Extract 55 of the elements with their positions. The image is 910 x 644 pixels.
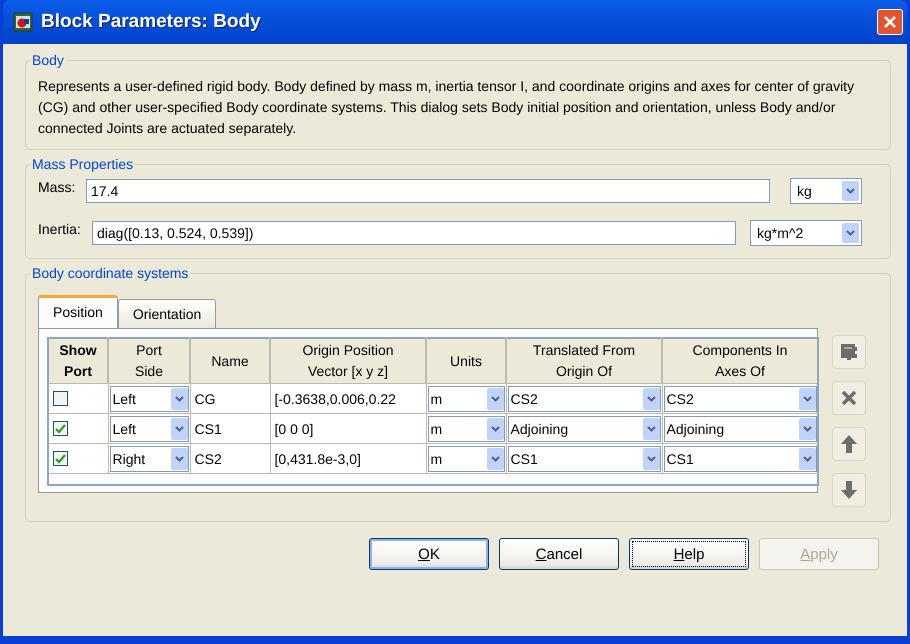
- group-title: Body coordinate systems: [31, 265, 190, 281]
- column-header: Port Side: [108, 338, 190, 384]
- translated-from-dropdown[interactable]: Adjoining: [508, 416, 660, 442]
- dialog-button[interactable]: Help: [629, 538, 749, 570]
- column-header: Components In Axes Of: [662, 338, 818, 384]
- dialog-button[interactable]: OK: [369, 538, 489, 570]
- block-icon: [838, 341, 860, 363]
- components-in-dropdown[interactable]: Adjoining: [664, 416, 816, 442]
- group-title: Mass Properties: [31, 156, 134, 172]
- translated-from-dropdown[interactable]: CS2: [508, 386, 660, 412]
- down-arrow-icon: [840, 480, 858, 500]
- move-up-button[interactable]: [832, 427, 866, 461]
- window-title: Block Parameters: Body: [41, 11, 262, 33]
- app-icon: [13, 12, 33, 32]
- field-label: Mass:: [38, 179, 76, 195]
- units-dropdown[interactable]: m: [428, 446, 504, 472]
- input-field[interactable]: diag([0.13, 0.524, 0.539]): [92, 221, 736, 245]
- field-label: Inertia:: [38, 221, 82, 237]
- components-in-dropdown[interactable]: CS2: [664, 386, 816, 412]
- tab[interactable]: Orientation: [118, 299, 216, 328]
- column-header: Name: [190, 338, 270, 384]
- port-side-dropdown[interactable]: Right: [110, 446, 188, 472]
- checkbox[interactable]: [53, 451, 68, 466]
- table-cell: CG: [190, 384, 270, 414]
- group-title: Body: [31, 52, 65, 68]
- port-side-dropdown[interactable]: Left: [110, 386, 188, 412]
- table-cell: CS2: [190, 444, 270, 474]
- table-cell: [0,431.8e-3,0]: [270, 444, 426, 474]
- column-header: Show Port: [48, 338, 108, 384]
- column-header: Translated From Origin Of: [506, 338, 662, 384]
- table-cell: [-0.3638,0.006,0.22: [270, 384, 426, 414]
- up-arrow-icon: [840, 434, 858, 454]
- close-button[interactable]: [877, 9, 903, 35]
- move-down-button[interactable]: [832, 473, 866, 507]
- tab[interactable]: Position: [38, 295, 118, 328]
- checkbox[interactable]: [53, 391, 68, 406]
- close-icon: [839, 388, 859, 408]
- port-side-dropdown[interactable]: Left: [110, 416, 188, 442]
- checkbox[interactable]: [53, 421, 68, 436]
- column-header: Units: [426, 338, 506, 384]
- input-field[interactable]: 17.4: [86, 179, 770, 203]
- components-in-dropdown[interactable]: CS1: [664, 446, 816, 472]
- column-header: Origin Position Vector [x y z]: [270, 338, 426, 384]
- unit-dropdown[interactable]: kg: [790, 178, 862, 204]
- units-dropdown[interactable]: m: [428, 386, 504, 412]
- description-text: Represents a user-defined rigid body. Body defined by mass m, inertia tensor I, and coordinate origins and axes for center of gravity (CG) and other user-specified Body coordinate systems. This dialog sets Body initial position and orientation, unless Body and/or connected Joints are actuated separately.: [38, 77, 856, 138]
- table-cell: [0 0 0]: [270, 414, 426, 444]
- table-cell: CS1: [190, 414, 270, 444]
- close-icon: [883, 15, 897, 29]
- delete-row-button[interactable]: [832, 381, 866, 415]
- translated-from-dropdown[interactable]: CS1: [508, 446, 660, 472]
- unit-dropdown[interactable]: kg*m^2: [750, 220, 862, 246]
- units-dropdown[interactable]: m: [428, 416, 504, 442]
- dialog-button[interactable]: Cancel: [499, 538, 619, 570]
- add-row-button[interactable]: [832, 335, 866, 369]
